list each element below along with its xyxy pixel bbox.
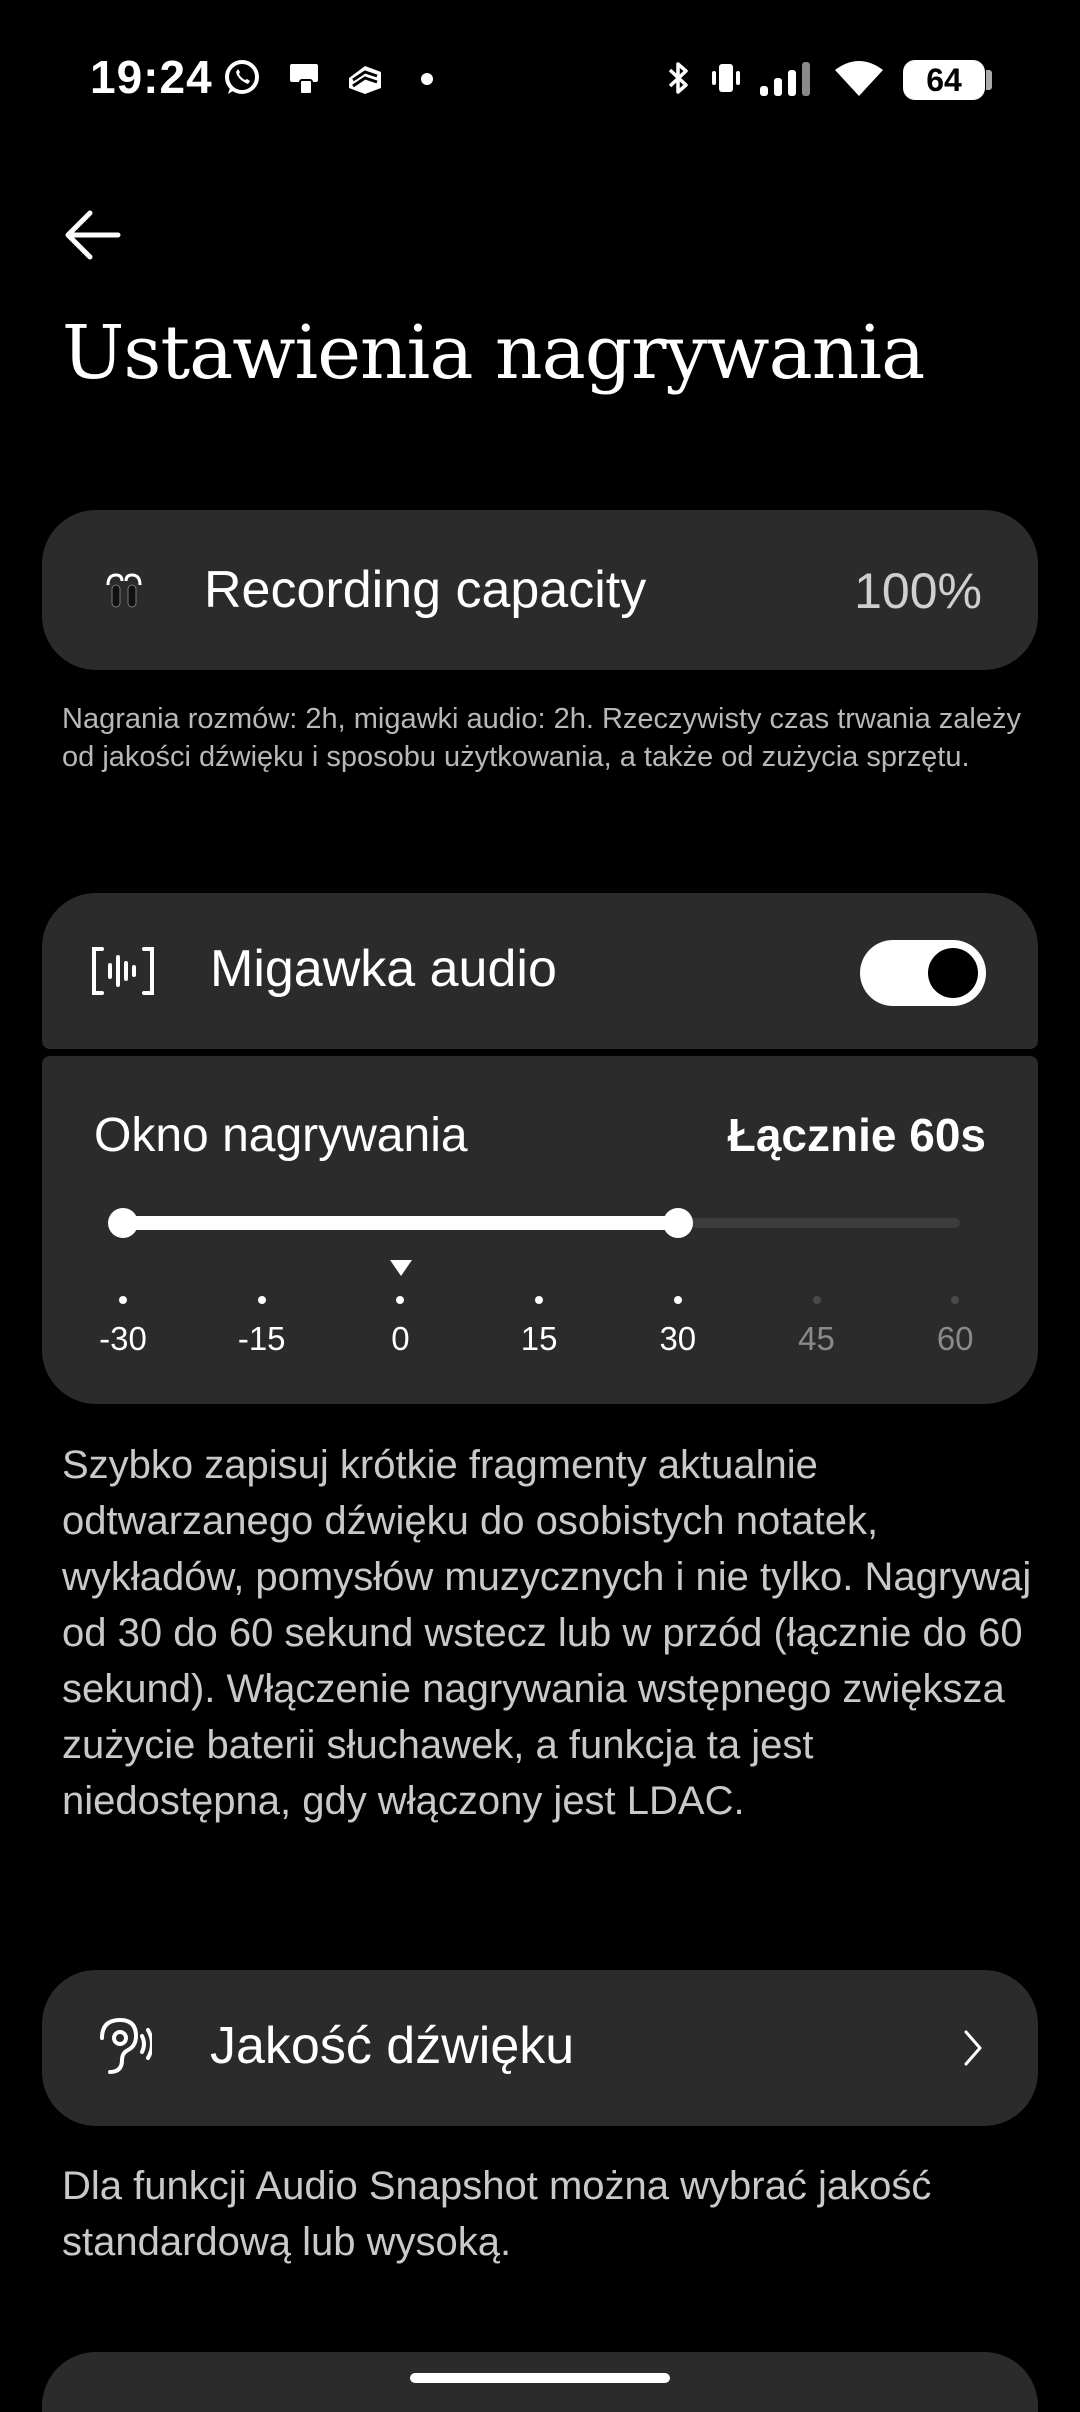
slider-tick-label: 60 bbox=[936, 1320, 974, 1357]
slider-tick-dot bbox=[812, 1296, 821, 1304]
recording-window-label: Okno nagrywania bbox=[94, 1109, 468, 1162]
audio-wave-icon bbox=[90, 941, 156, 1001]
zero-marker-icon bbox=[390, 1260, 412, 1276]
device-icon bbox=[284, 58, 324, 98]
battery-tip bbox=[986, 70, 992, 90]
slider-tick-label: 30 bbox=[659, 1320, 697, 1357]
status-time: 19:24 bbox=[90, 51, 213, 103]
recording-capacity-label: Recording capacity bbox=[204, 561, 647, 619]
slider-tick-label: 0 bbox=[391, 1320, 410, 1357]
audio-quality-description: Dla funkcji Audio Snapshot można wybrać … bbox=[62, 2164, 932, 2264]
recording-capacity-description: Nagrania rozmów: 2h, migawki audio: 2h. … bbox=[62, 703, 1021, 773]
bluetooth-icon bbox=[658, 58, 698, 98]
wifi-icon bbox=[832, 58, 886, 98]
audio-snapshot-label: Migawka audio bbox=[210, 940, 557, 998]
slider-handle-end[interactable] bbox=[663, 1208, 693, 1238]
earbuds-icon bbox=[100, 567, 148, 615]
slider-tick-dot bbox=[673, 1296, 682, 1304]
slider-handle-start[interactable] bbox=[108, 1208, 138, 1238]
slider-tick-label: -15 bbox=[237, 1320, 286, 1357]
slider-tick-dot bbox=[257, 1296, 266, 1304]
slider-fill bbox=[122, 1216, 678, 1230]
app-icon bbox=[345, 58, 385, 98]
slider-tick-label: -30 bbox=[99, 1320, 147, 1357]
slider-tick-label: 15 bbox=[520, 1320, 558, 1357]
signal-icon bbox=[758, 58, 818, 98]
toggle-knob bbox=[928, 948, 978, 998]
home-indicator[interactable] bbox=[410, 2373, 670, 2383]
audio-quality-label: Jakość dźwięku bbox=[210, 2017, 575, 2075]
audio-snapshot-description: Szybko zapisuj krótkie fragmenty aktualn… bbox=[62, 1443, 1032, 1823]
audio-quality-row[interactable]: Jakość dźwięku bbox=[42, 1970, 1038, 2126]
slider-tick-dot bbox=[119, 1296, 127, 1304]
recording-window-total: Łącznie 60s bbox=[727, 1109, 986, 1161]
arrow-left-icon bbox=[65, 210, 121, 260]
whatsapp-icon bbox=[222, 58, 262, 98]
chevron-right-icon bbox=[960, 2026, 986, 2070]
battery-indicator: 64 bbox=[903, 60, 985, 100]
audio-snapshot-toggle[interactable] bbox=[860, 940, 986, 1006]
recording-capacity-card: Recording capacity 100% bbox=[42, 510, 1038, 670]
slider-tick-label: 45 bbox=[798, 1320, 835, 1357]
notification-dot-icon bbox=[421, 73, 433, 85]
recording-capacity-value: 100% bbox=[854, 563, 982, 619]
vibrate-icon bbox=[706, 58, 746, 98]
page-title: Ustawienia nagrywania bbox=[62, 310, 925, 396]
ear-sound-icon bbox=[92, 2014, 154, 2080]
battery-level: 64 bbox=[926, 61, 962, 98]
back-button[interactable] bbox=[60, 205, 130, 265]
